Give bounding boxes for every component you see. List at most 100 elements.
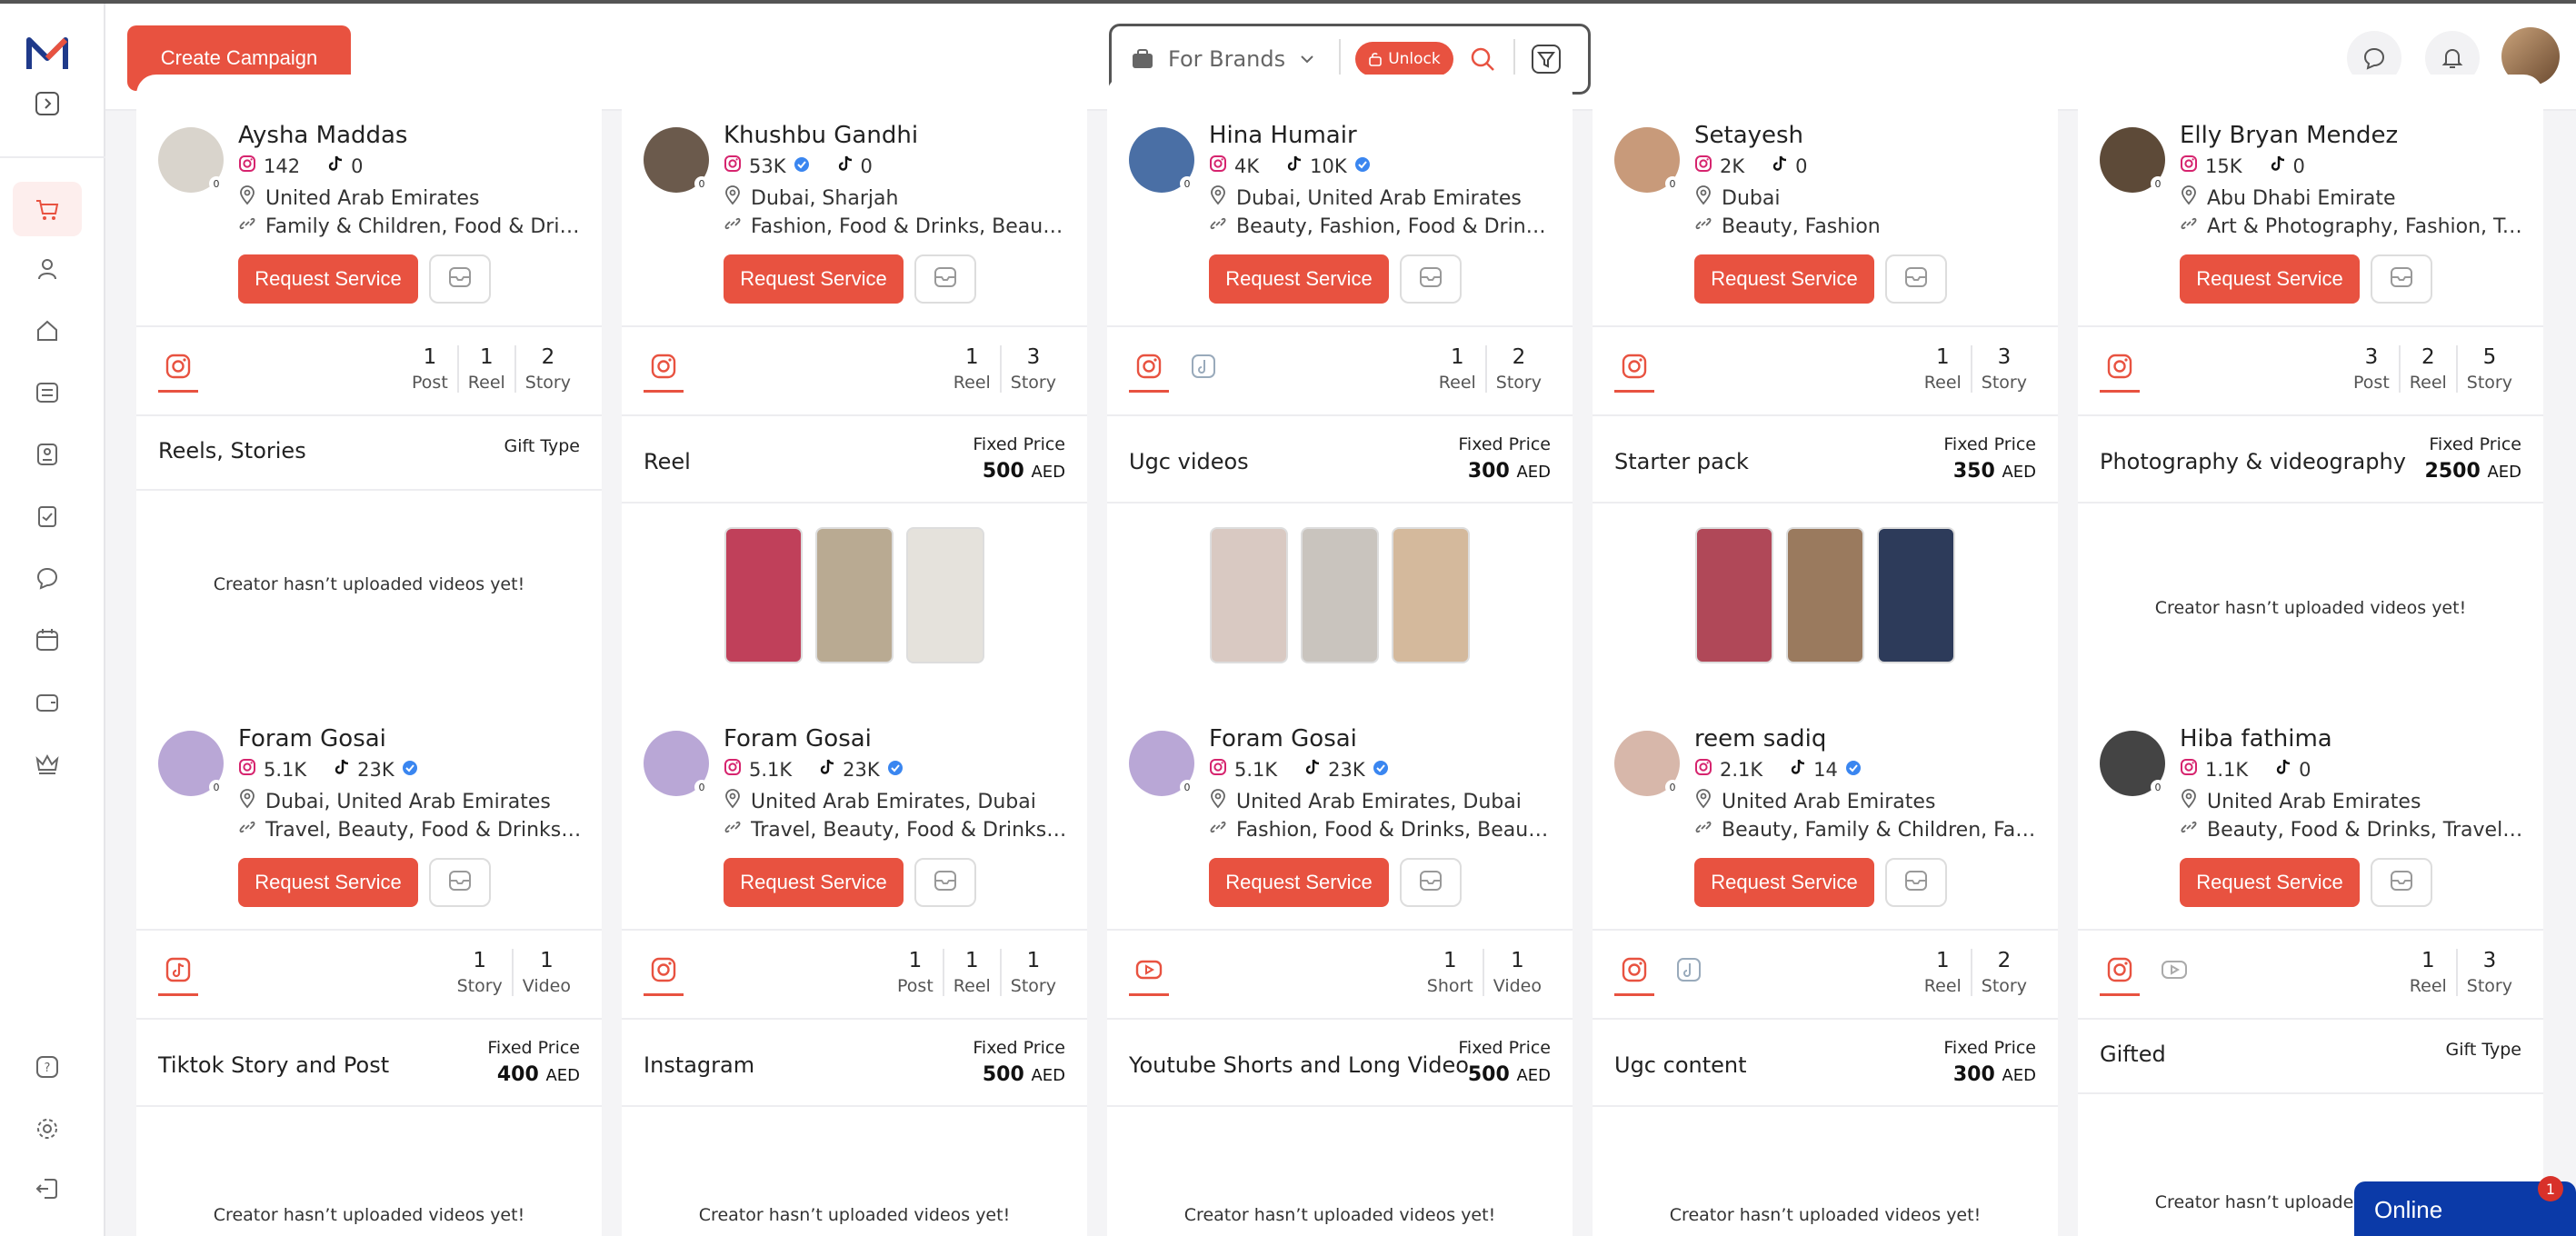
price-block: Fixed Price 300 AED [1943,1038,2036,1086]
request-service-button[interactable]: Request Service [1209,858,1389,907]
count-value: 1 [473,949,486,972]
sidebar-item-calendar[interactable] [31,623,64,656]
categories-text: Fashion, Food & Drinks, Beauty, … [1236,818,1554,842]
video-thumbnail[interactable] [1877,527,1955,663]
creator-name[interactable]: Hiba fathima [2180,725,2332,753]
creator-card[interactable]: 0 Khushbu Gandhi 53K 0 Dubai, Sharjah Fash… [622,75,1087,802]
message-button[interactable] [1885,858,1947,907]
video-thumbnail[interactable] [1392,527,1470,663]
instagram-tab-icon[interactable] [1614,349,1654,393]
message-button[interactable] [1400,858,1462,907]
sidebar-item-chat[interactable] [31,562,64,594]
brand-selector[interactable]: For Brands [1130,46,1339,72]
categories-text: Fashion, Food & Drinks, Beauty, … [751,214,1069,238]
instagram-tab-icon[interactable] [158,349,198,393]
message-button[interactable] [429,254,491,304]
creator-name[interactable]: Foram Gosai [1209,725,1357,753]
request-service-button[interactable]: Request Service [2180,254,2360,304]
message-button[interactable] [1885,254,1947,304]
request-service-button[interactable]: Request Service [2180,858,2360,907]
video-thumbnail[interactable] [1695,527,1773,663]
video-thumbnail[interactable] [815,527,894,663]
count-value: 1 [2421,949,2435,972]
request-service-button[interactable]: Request Service [238,254,418,304]
video-thumbnail[interactable] [1786,527,1864,663]
sidebar-item-premium[interactable] [31,747,64,780]
video-thumbnail[interactable] [1210,527,1288,663]
message-button[interactable] [914,858,976,907]
creator-name[interactable]: Hina Humair [1209,122,1357,149]
sidebar-item-profile[interactable] [31,253,64,285]
tiktok-tab-icon[interactable] [1669,952,1709,996]
sidebar-item-wallet[interactable] [31,685,64,718]
creator-name[interactable]: Elly Bryan Mendez [2180,122,2398,149]
help-icon[interactable]: ? [31,1051,64,1083]
logout-icon[interactable] [31,1172,64,1205]
instagram-tab-icon[interactable] [2100,349,2140,393]
creator-name[interactable]: Aysha Maddas [238,122,407,149]
instagram-tab-icon[interactable] [2100,952,2140,996]
filter-icon[interactable] [1528,41,1564,77]
instagram-tab-icon[interactable] [1129,349,1169,393]
request-service-button[interactable]: Request Service [1209,254,1389,304]
creator-card[interactable]: 0 Aysha Maddas 142 0 United Arab Emirates… [136,75,602,802]
sidebar-item-contacts[interactable] [31,438,64,471]
count-label: Short [1426,976,1473,996]
creator-card[interactable]: 0 Foram Gosai 5.1K 23K Dubai, United Arab… [136,714,602,1236]
youtube-tab-icon[interactable] [2154,952,2194,996]
deliverable-count: 2 Story [1484,345,1551,393]
instagram-icon [724,154,742,177]
youtube-tab-icon[interactable] [1129,952,1169,996]
video-thumbnail[interactable] [1301,527,1379,663]
tiktok-count: 0 [2299,758,2311,781]
instagram-tab-icon[interactable] [1614,952,1654,996]
video-thumbnail[interactable] [724,527,803,663]
creator-name[interactable]: Setayesh [1694,122,1803,149]
creator-name[interactable]: Khushbu Gandhi [724,122,918,149]
message-button[interactable] [914,254,976,304]
request-service-button[interactable]: Request Service [1694,254,1874,304]
request-service-button[interactable]: Request Service [724,858,904,907]
creator-name[interactable]: reem sadiq [1694,725,1826,753]
tiktok-tab-icon[interactable] [1183,349,1223,393]
message-button[interactable] [1400,254,1462,304]
creator-card[interactable]: 0 Foram Gosai 5.1K 23K United Arab Emirat… [622,714,1087,1236]
sidebar-item-campaigns[interactable] [31,376,64,409]
creator-name[interactable]: Foram Gosai [724,725,872,753]
tiktok-tab-icon[interactable] [158,952,198,996]
creator-card[interactable]: 0 Hiba fathima 1.1K 0 United Arab Emirate… [2078,714,2543,1236]
inbox-icon [2389,868,2414,897]
expand-sidebar-icon[interactable] [31,87,64,120]
creator-card[interactable]: 0 Hina Humair 4K 10K Dubai, United Arab E… [1107,75,1573,802]
price-value: 500 AED [1458,1063,1551,1086]
instagram-tab-icon[interactable] [644,952,684,996]
creator-card[interactable]: 0 Setayesh 2K 0 Dubai Beauty, Fashion Reque… [1593,75,2058,802]
request-service-button[interactable]: Request Service [724,254,904,304]
sidebar-item-tasks[interactable] [31,500,64,533]
creator-card[interactable]: 0 Elly Bryan Mendez 15K 0 Abu Dhabi Emira… [2078,75,2543,802]
app-logo[interactable] [25,36,69,73]
price-label: Fixed Price [2429,434,2521,454]
message-button[interactable] [2371,858,2432,907]
instagram-count: 2K [1720,154,1745,177]
instagram-tab-icon[interactable] [644,349,684,393]
instagram-count: 5.1K [1234,758,1278,781]
search-icon[interactable] [1464,41,1501,77]
creator-name[interactable]: Foram Gosai [238,725,386,753]
no-videos-message: Creator hasn’t uploaded videos yet! [1183,1205,1496,1225]
message-button[interactable] [2371,254,2432,304]
message-button[interactable] [429,858,491,907]
inbox-icon [1903,868,1929,897]
sidebar-item-home[interactable] [31,314,64,347]
unlock-button[interactable]: Unlock [1355,42,1453,76]
request-service-button[interactable]: Request Service [1694,858,1874,907]
creator-card[interactable]: 0 Foram Gosai 5.1K 23K United Arab Emirat… [1107,714,1573,1236]
inbox-icon [447,868,473,897]
settings-icon[interactable] [31,1112,64,1145]
creator-card[interactable]: 0 reem sadiq 2.1K 14 United Arab Emirates… [1593,714,2058,1236]
request-service-button[interactable]: Request Service [238,858,418,907]
video-thumbnail[interactable] [906,527,984,663]
link-icon [2180,214,2198,238]
sidebar-item-marketplace[interactable] [13,182,82,236]
service-name: Reel [644,449,691,474]
